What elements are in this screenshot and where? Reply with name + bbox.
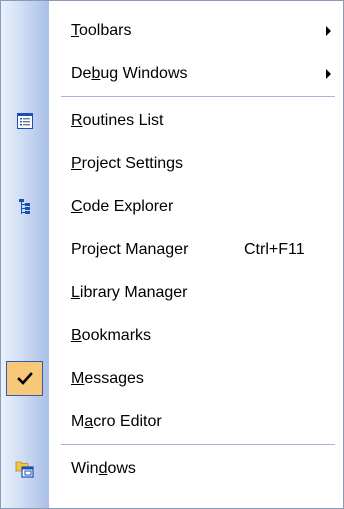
menu-item-label: Code Explorer [71,197,174,215]
menu-item-toolbars[interactable]: Toolbars [1,9,343,52]
menu-item-shortcut: Ctrl+F11 [244,240,305,258]
code-explorer-icon [15,197,35,217]
menu-item-library-manager[interactable]: Library Manager [1,271,343,314]
menu-item-label: Project Manager [71,240,189,258]
menu-item-label: Project Settings [71,154,184,172]
menu-items: Toolbars Debug Windows Routines List Pro… [1,9,343,490]
checked-indicator [6,361,43,396]
menu-item-debug-windows[interactable]: Debug Windows [1,52,343,95]
menu-item-routines-list[interactable]: Routines List [1,99,343,142]
menu-item-project-settings[interactable]: Project Settings [1,142,343,185]
menu-item-macro-editor[interactable]: Macro Editor [1,400,343,443]
menu-item-label: Bookmarks [71,326,152,344]
submenu-arrow-icon [326,68,331,79]
menu-item-label: Routines List [71,111,164,129]
menu-item-label: Toolbars [71,21,132,39]
submenu-arrow-icon [326,25,331,36]
menu-item-messages[interactable]: Messages [1,357,343,400]
routines-list-icon [15,111,35,131]
menu-item-label: Library Manager [71,283,188,301]
menu-item-label: Windows [71,459,136,477]
windows-icon [15,459,35,479]
menu-item-code-explorer[interactable]: Code Explorer [1,185,343,228]
checkmark-icon [16,371,33,385]
menu-item-label: Messages [71,369,144,387]
menu-item-project-manager[interactable]: Project Manager Ctrl+F11 [1,228,343,271]
menu-item-windows[interactable]: Windows [1,447,343,490]
menu-item-label: Macro Editor [71,412,162,430]
view-menu: Toolbars Debug Windows Routines List Pro… [0,0,344,509]
menu-item-label: Debug Windows [71,64,188,82]
menu-item-bookmarks[interactable]: Bookmarks [1,314,343,357]
